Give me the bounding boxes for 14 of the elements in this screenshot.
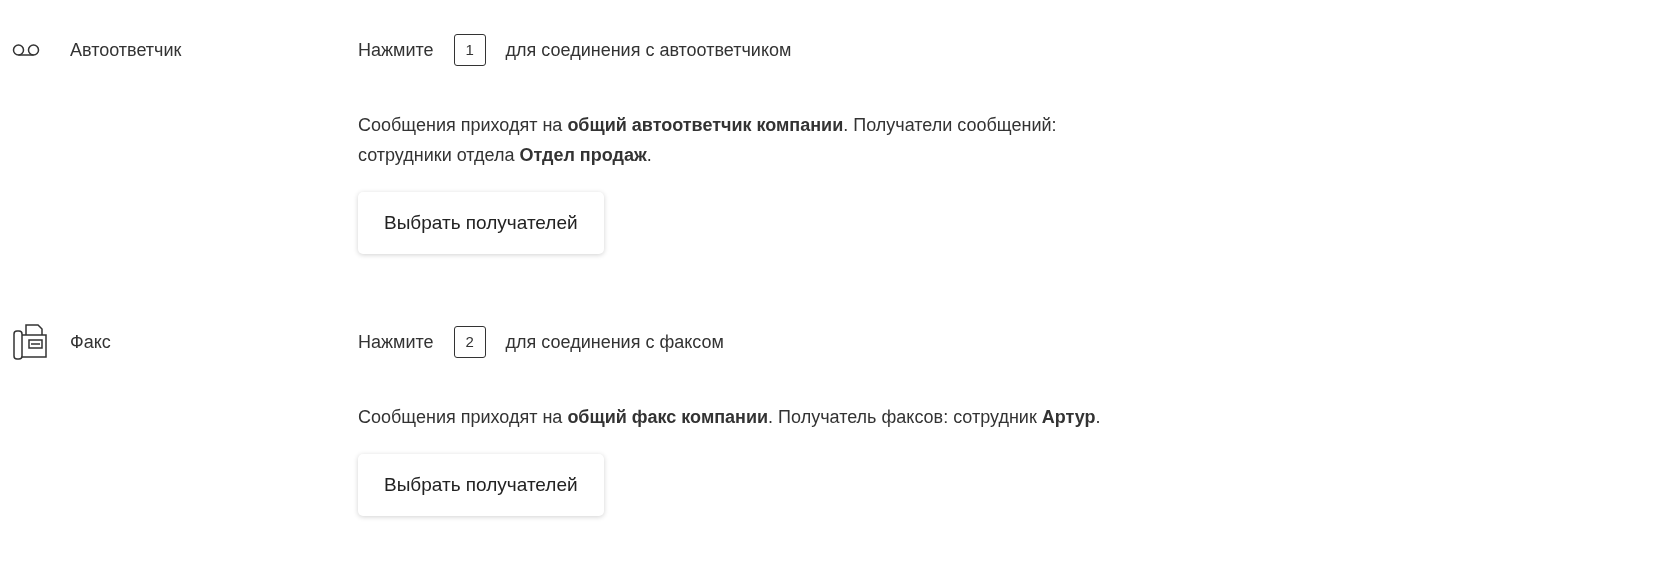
voicemail-icon — [12, 43, 40, 57]
choose-recipients-button[interactable]: Выбрать получателей — [358, 454, 604, 516]
description-text: Сообщения приходят на общий факс компании. Получатель факсов: сотрудник Артур. — [358, 406, 1101, 429]
instruction-text: для соединения с автоответчиком — [505, 38, 792, 62]
key-number: 2 — [453, 326, 486, 358]
instruction-text: для соединения с факсом — [505, 330, 724, 354]
instruction-text: Нажмите — [358, 38, 434, 62]
description-text: Сообщения приходят на общий автоответчик компании. Получатели сообщений: сотрудники отдела Отдел продаж. — [358, 114, 1057, 167]
key-number: 1 — [453, 34, 486, 66]
fax-icon — [12, 323, 48, 361]
choose-recipients-button[interactable]: Выбрать получателей — [358, 192, 604, 254]
section-label: Факс — [70, 331, 111, 354]
section-label: Автоответчик — [70, 39, 182, 62]
instruction-text: Нажмите — [358, 330, 434, 354]
